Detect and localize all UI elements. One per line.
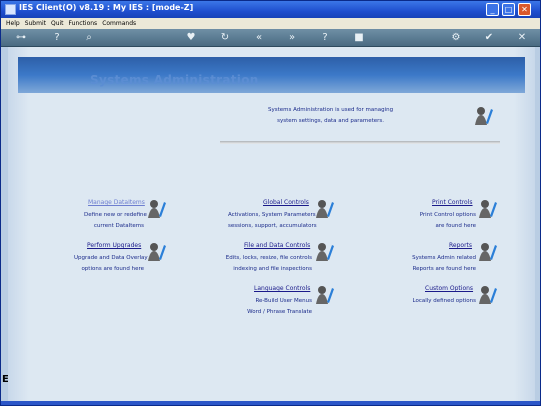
left-strip: E (1, 47, 9, 401)
reports-icon[interactable] (478, 242, 498, 262)
settings-icon[interactable]: ⚙ (448, 31, 464, 45)
minimize-icon[interactable]: _ (486, 3, 499, 16)
main-content: Systems Administration Systems Administr… (8, 47, 535, 401)
toolbar: ⊶ ? ⌕ ♥ ↻ « » ? ■ ⚙ ✔ ✕ (1, 29, 540, 47)
print-controls-line-1: Print Control options (419, 212, 476, 218)
back-icon[interactable]: « (251, 31, 267, 45)
global-controls-icon[interactable] (315, 199, 335, 219)
custom-options-desc: Locally defined options (406, 296, 477, 307)
global-controls-line-1: Activations, System Parameters (228, 212, 316, 218)
reports-line-2: Reports are found here (412, 266, 476, 272)
perform-upgrades-line-1: Upgrade and Data Overlay (74, 255, 148, 261)
reports-desc: Systems Admin related Reports are found … (406, 253, 476, 275)
print-controls-link[interactable]: Print Controls (432, 199, 473, 206)
file-data-controls-link[interactable]: File and Data Controls (244, 242, 310, 249)
menu-commands[interactable]: Commands (102, 20, 136, 27)
language-controls-line-2: Word / Phrase Translate (247, 309, 312, 315)
language-controls-line-1: Re-Build User Menus (255, 298, 312, 304)
reports-link[interactable]: Reports (449, 242, 472, 249)
intro-line-1: Systems Administration is used for manag… (268, 107, 394, 113)
app-icon (5, 4, 16, 15)
reports-line-1: Systems Admin related (412, 255, 476, 261)
page-title: Systems Administration (90, 73, 259, 87)
global-controls-desc: Activations, System Parameters sessions,… (228, 210, 317, 232)
print-controls-line-2: are found here (435, 223, 476, 229)
perform-upgrades-line-2: options are found here (81, 266, 144, 272)
cancel-icon[interactable]: ✕ (514, 31, 530, 45)
help-icon[interactable]: ? (49, 31, 65, 45)
file-data-controls-line-1: Edits, locks, resize, file controls (225, 255, 312, 261)
window-title: IES Client(O) v8.19 : My IES : [mode-Z] (19, 3, 194, 12)
admin-person-icon (475, 107, 493, 125)
check-icon[interactable]: ✔ (481, 31, 497, 45)
manage-dataitems-desc: Define new or redefine current DataItems (84, 210, 147, 232)
menu-functions[interactable]: Functions (69, 20, 98, 27)
language-controls-link[interactable]: Language Controls (254, 285, 310, 292)
key-icon[interactable]: ⊶ (9, 31, 33, 45)
title-bar: IES Client(O) v8.19 : My IES : [mode-Z] … (1, 1, 540, 18)
divider (220, 141, 500, 144)
language-controls-desc: Re-Build User Menus Word / Phrase Transl… (232, 296, 312, 318)
perform-upgrades-icon[interactable] (147, 242, 167, 262)
intro-text: Systems Administration is used for manag… (268, 105, 393, 127)
print-controls-desc: Print Control options are found here (412, 210, 476, 232)
maximize-icon[interactable]: □ (502, 3, 515, 16)
manage-dataitems-line-1: Define new or redefine (84, 212, 147, 218)
manage-dataitems-line-2: current DataItems (93, 223, 144, 229)
global-controls-link[interactable]: Global Controls (263, 199, 309, 206)
search-icon[interactable]: ⌕ (81, 31, 97, 45)
menu-help[interactable]: Help (6, 20, 20, 27)
perform-upgrades-link[interactable]: Perform Upgrades (87, 242, 141, 249)
heart-icon[interactable]: ♥ (183, 31, 199, 45)
menu-submit[interactable]: Submit (25, 20, 46, 27)
custom-options-icon[interactable] (478, 285, 498, 305)
right-strip (535, 47, 540, 401)
app-window: IES Client(O) v8.19 : My IES : [mode-Z] … (0, 0, 541, 406)
file-data-controls-desc: Edits, locks, resize, file controls inde… (212, 253, 312, 275)
custom-options-link[interactable]: Custom Options (425, 285, 473, 292)
global-controls-line-2: sessions, support, accumulators (228, 223, 317, 229)
language-controls-icon[interactable] (315, 285, 335, 305)
forward-icon[interactable]: » (284, 31, 300, 45)
menu-bar: Help Submit Quit Functions Commands (1, 18, 540, 29)
menu-quit[interactable]: Quit (51, 20, 64, 27)
manage-dataitems-link[interactable]: Manage DataItems (88, 199, 145, 206)
close-icon[interactable]: ✕ (518, 3, 531, 16)
info-icon[interactable]: ? (317, 31, 333, 45)
stop-icon[interactable]: ■ (351, 31, 367, 45)
intro-line-2: system settings, data and parameters. (277, 118, 385, 124)
manage-dataitems-icon[interactable] (147, 199, 167, 219)
file-data-controls-icon[interactable] (315, 242, 335, 262)
print-controls-icon[interactable] (478, 199, 498, 219)
file-data-controls-line-2: indexing and file inspections (233, 266, 312, 272)
refresh-icon[interactable]: ↻ (217, 31, 233, 45)
custom-options-line-1: Locally defined options (412, 298, 477, 304)
perform-upgrades-desc: Upgrade and Data Overlay options are fou… (74, 253, 148, 275)
banner: Systems Administration (18, 57, 525, 93)
